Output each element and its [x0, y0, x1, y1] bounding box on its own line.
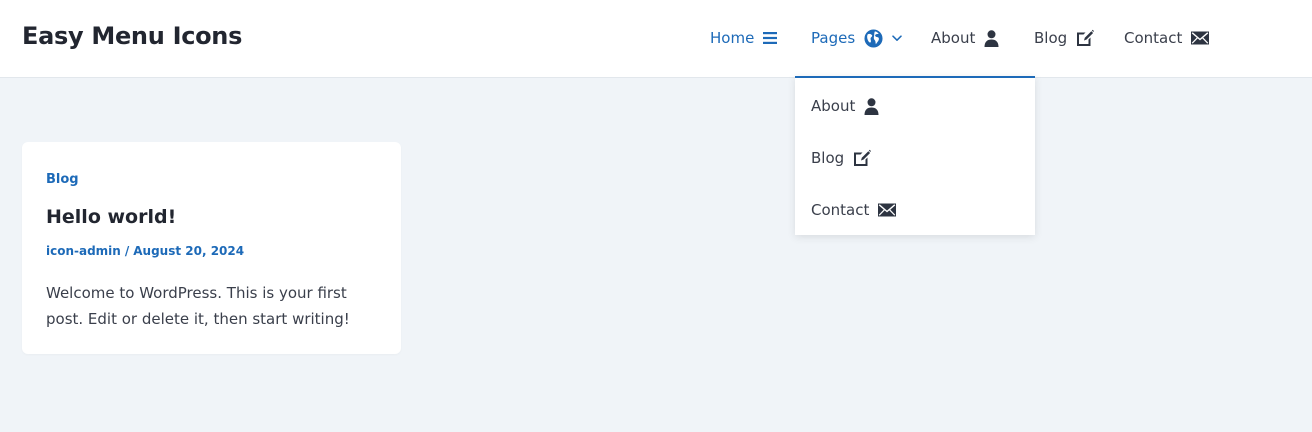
submenu-item-about[interactable]: About [811, 94, 879, 118]
submenu-item-contact[interactable]: Contact [811, 198, 897, 222]
globe-icon [864, 28, 883, 48]
site-title[interactable]: Easy Menu Icons [22, 22, 242, 50]
submenu-item-blog[interactable]: Blog [811, 146, 872, 170]
nav-item-about[interactable]: About [931, 26, 999, 50]
chevron-down-icon[interactable] [892, 34, 902, 42]
user-icon [984, 29, 999, 47]
post-meta: icon-admin / August 20, 2024 [46, 244, 244, 258]
nav-item-label: About [931, 29, 976, 47]
pages-submenu: About Blog Contact [795, 76, 1035, 235]
nav-item-label: Contact [1124, 29, 1183, 47]
envelope-icon [1191, 31, 1210, 45]
post-title-link[interactable]: Hello world! [46, 206, 176, 228]
post-author-link[interactable]: icon-admin [46, 244, 121, 258]
submenu-item-label: About [811, 97, 856, 115]
nav-item-label: Home [710, 29, 755, 47]
user-icon [864, 97, 879, 115]
nav-item-home[interactable]: Home [710, 26, 778, 50]
post-excerpt: Welcome to WordPress. This is your first… [46, 284, 350, 328]
nav-item-pages[interactable]: Pages [811, 26, 902, 50]
site-header: Easy Menu Icons Home Pages About Blog Co… [0, 0, 1312, 78]
nav-item-contact[interactable]: Contact [1124, 26, 1210, 50]
nav-item-label: Blog [1034, 29, 1068, 47]
submenu-item-label: Blog [811, 149, 845, 167]
meta-separator: / [124, 244, 130, 258]
edit-icon [1076, 29, 1095, 47]
envelope-icon [878, 203, 897, 217]
submenu-item-label: Contact [811, 201, 870, 219]
nav-item-blog[interactable]: Blog [1034, 26, 1095, 50]
nav-item-label: Pages [811, 29, 856, 47]
hamburger-icon [763, 32, 778, 44]
edit-icon [853, 149, 872, 167]
post-date-link[interactable]: August 20, 2024 [133, 244, 244, 258]
post-category-link[interactable]: Blog [46, 172, 79, 187]
post-card: Blog Hello world! icon-admin / August 20… [22, 142, 401, 354]
